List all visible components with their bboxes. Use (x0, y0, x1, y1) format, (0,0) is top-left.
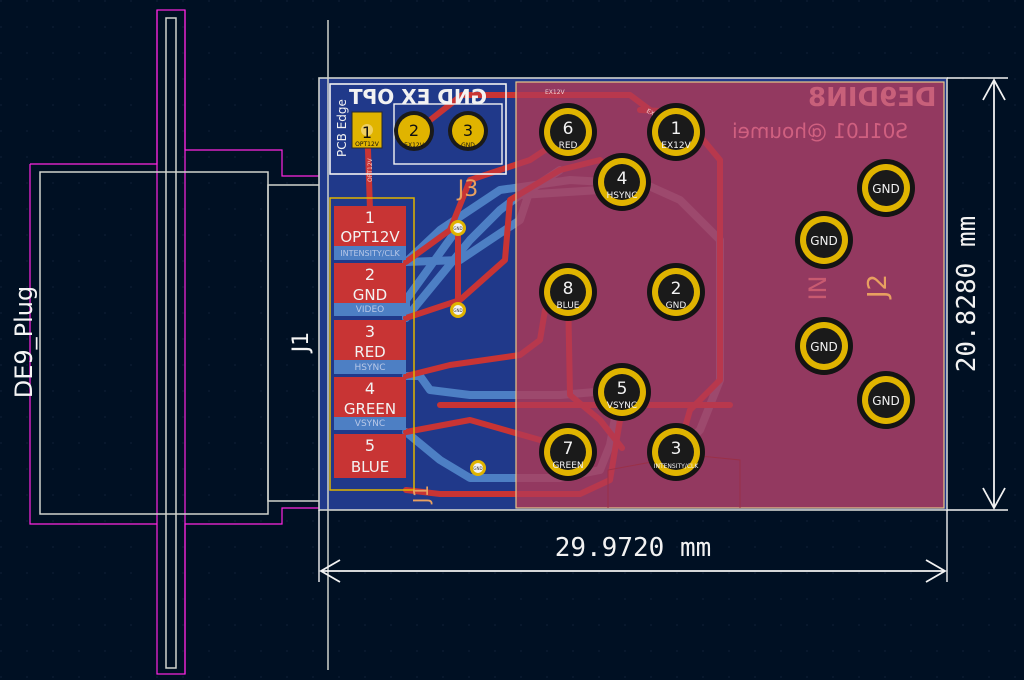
via-1[interactable]: GND (450, 220, 466, 236)
svg-text:GND: GND (353, 286, 387, 304)
shield-pad-3[interactable]: GND (795, 317, 853, 375)
svg-text:5: 5 (365, 436, 375, 455)
j2-reference: J2 (863, 274, 893, 300)
j3-reference: J3 (456, 177, 479, 202)
svg-text:2: 2 (365, 265, 375, 284)
track-label-ex12v-top: EX12V (545, 89, 566, 96)
j1-pad-3[interactable]: 3 RED (334, 320, 406, 361)
j3-pin-1[interactable]: 1 OPT12V (351, 111, 383, 149)
svg-text:2: 2 (409, 121, 419, 140)
svg-text:OPT12V: OPT12V (340, 228, 400, 246)
din-pin-net: GND (810, 234, 838, 248)
din-pin-4[interactable]: 4 HSYNC (593, 153, 651, 211)
din-pin-number: 1 (671, 119, 682, 139)
din-pin-number: 5 (617, 379, 628, 399)
din-pin-net: RED (559, 141, 578, 151)
din-pin-net: GND (872, 182, 900, 196)
din-pin-7[interactable]: 7 GREEN (539, 423, 597, 481)
din-pin-number: 7 (563, 439, 574, 459)
svg-text:HSYNC: HSYNC (355, 363, 386, 373)
width-dimension-value: 29.9720 mm (555, 533, 712, 563)
height-dimension-value: 20.8280 mm (952, 216, 982, 373)
svg-text:VIDEO: VIDEO (356, 305, 385, 315)
svg-text:OPT12V: OPT12V (355, 141, 380, 148)
via-3[interactable]: GND (470, 460, 486, 476)
j1-pad-5[interactable]: 5 BLUE (334, 434, 406, 478)
j1-pad-4[interactable]: 4 GREEN (334, 377, 406, 418)
din-pin-number: 6 (563, 119, 574, 139)
din-pin-net: BLUE (556, 301, 579, 311)
j3-pin-2[interactable]: 2 EX12V (394, 111, 434, 151)
svg-text:GREEN: GREEN (344, 400, 396, 418)
din-pin-net: GND (810, 340, 838, 354)
via-2[interactable]: GND (450, 302, 466, 318)
din-pin-net: GND (666, 301, 687, 311)
din-pin-6[interactable]: 6 RED (539, 103, 597, 161)
board-name-label: DE9DIN8 (808, 83, 937, 113)
revision-label: S01L01 @houmei (732, 119, 908, 143)
din-pin-8[interactable]: 8 BLUE (539, 263, 597, 321)
din-pin-net: HSYNC (607, 191, 638, 201)
shield-pad-2[interactable]: GND (795, 211, 853, 269)
din-pin-net: INTENSITY/CLK (654, 463, 700, 470)
svg-text:EX12V: EX12V (404, 142, 425, 149)
j3-header-label: GND EX OPT (349, 85, 487, 109)
track-label-opt12v: OPT12V (367, 157, 374, 182)
svg-text:1: 1 (362, 123, 372, 142)
din-pin-net: GND (872, 394, 900, 408)
j2-value: IN (804, 275, 832, 300)
din-pin-number: 3 (671, 439, 682, 459)
din-pin-5[interactable]: 5 VSYNC (593, 363, 651, 421)
din-pin-net: EX12V (661, 141, 691, 151)
din-pin-2[interactable]: 2 GND (647, 263, 705, 321)
j3-pin-3[interactable]: 3 GND (448, 111, 488, 151)
svg-text:BLUE: BLUE (351, 458, 389, 476)
shield-pad-1[interactable]: GND (857, 159, 915, 217)
j1-value: DE9_Plug (10, 286, 38, 399)
din-pin-net: VSYNC (607, 401, 637, 411)
din-pin-number: 8 (563, 279, 574, 299)
j1-reference: J1 (289, 332, 314, 355)
svg-text:4: 4 (365, 379, 375, 398)
din-pin-3[interactable]: 3 INTENSITY/CLK (647, 423, 705, 481)
svg-text:3: 3 (365, 322, 375, 341)
svg-text:VSYNC: VSYNC (355, 419, 385, 429)
din-pin-net: GREEN (552, 461, 583, 471)
pcb-edge-label: PCB Edge (335, 99, 349, 157)
svg-text:GND: GND (473, 466, 482, 471)
svg-text:3: 3 (463, 121, 473, 140)
din-pin-number: 2 (671, 279, 682, 299)
svg-text:GND: GND (453, 226, 462, 231)
j1-pad-2[interactable]: 2 GND (334, 263, 406, 304)
svg-text:GND: GND (453, 308, 462, 313)
svg-text:GND: GND (461, 142, 475, 149)
svg-text:INTENSITY/CLK: INTENSITY/CLK (340, 249, 400, 258)
din-pin-number: 4 (617, 169, 628, 189)
pcb-editor-canvas[interactable]: J1 DE9_Plug DE9DIN8 S01L01 @houmei J2 IN… (0, 0, 1024, 680)
j1-pad-1[interactable]: 1 OPT12V (334, 206, 406, 246)
svg-text:1: 1 (365, 208, 375, 227)
shield-pad-4[interactable]: GND (857, 371, 915, 429)
j1-back-reference: J1 (409, 485, 433, 506)
din-pin-1[interactable]: 1 EX12V (647, 103, 705, 161)
svg-text:RED: RED (354, 343, 385, 361)
